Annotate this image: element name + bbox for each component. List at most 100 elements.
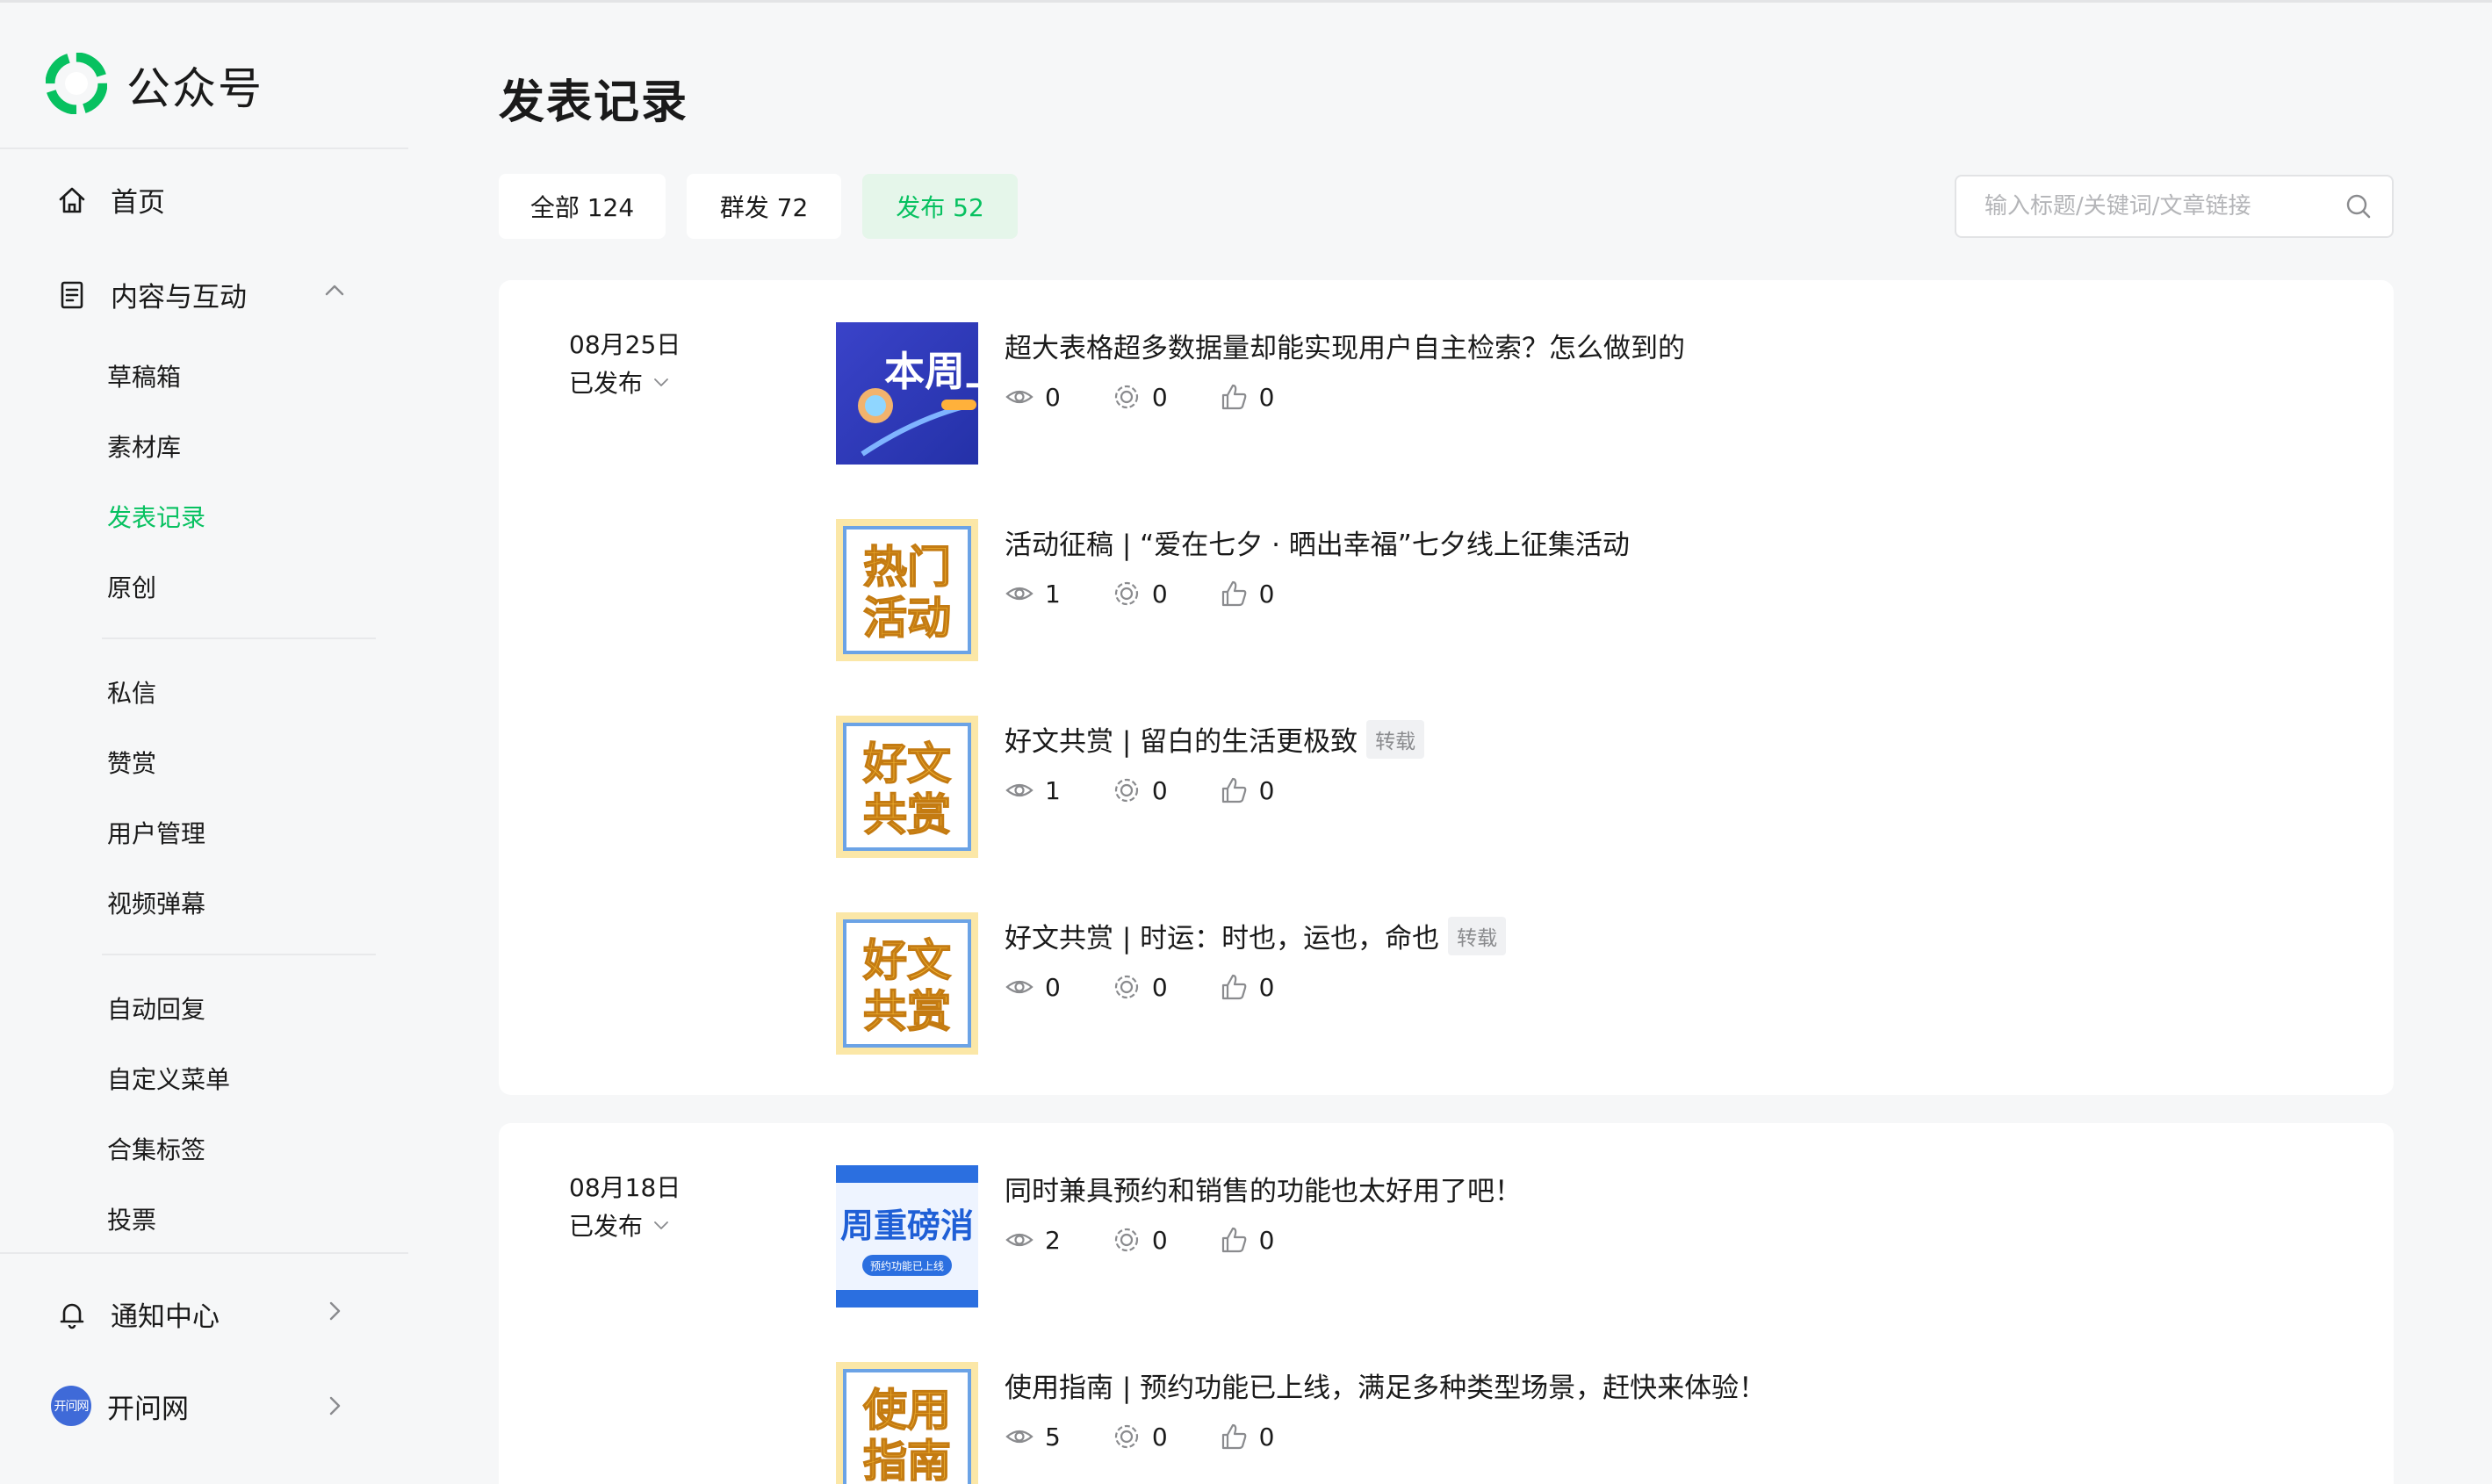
likes-count: 0 (1258, 382, 1275, 412)
article-title-text: 好文共赏 | 留白的生活更极致 (1005, 726, 1358, 758)
article-stats: 5 0 0 (1005, 1422, 1325, 1452)
sidebar-item-auto-reply[interactable]: 自动回复 (107, 991, 205, 1026)
views-stat: 2 (1005, 1225, 1061, 1255)
sidebar-divider (0, 1252, 408, 1254)
article-cover-thumbnail[interactable]: 周重磅消 预约功能已上线 (836, 1165, 978, 1308)
sidebar-item-rewards[interactable]: 赞赏 (107, 745, 156, 780)
chevron-right-icon[interactable] (321, 1393, 348, 1419)
sidebar-divider (102, 638, 376, 639)
views-stat: 5 (1005, 1422, 1061, 1452)
shares-stat: 0 (1112, 775, 1168, 805)
sidebar-item-danmaku[interactable]: 视频弹幕 (107, 885, 205, 920)
chevron-down-icon (652, 1215, 671, 1235)
views-count: 1 (1045, 579, 1061, 609)
eye-icon (1005, 775, 1034, 805)
sidebar-item-collections[interactable]: 合集标签 (107, 1131, 205, 1166)
avatar: 开问网 (51, 1386, 91, 1426)
likes-stat: 0 (1219, 1225, 1274, 1255)
shares-stat: 0 (1112, 382, 1168, 412)
share-gear-icon (1112, 1225, 1142, 1255)
likes-stat: 0 (1219, 775, 1275, 805)
sidebar-item-label: 首页 (111, 187, 165, 219)
sidebar-item-materials[interactable]: 素材库 (107, 429, 181, 464)
shares-count: 0 (1151, 1225, 1168, 1255)
sidebar-item-users[interactable]: 用户管理 (107, 815, 205, 850)
sidebar-item-drafts[interactable]: 草稿箱 (107, 358, 181, 393)
publish-status[interactable]: 已发布 (569, 1207, 671, 1243)
article-title[interactable]: 超大表格超多数据量却能实现用户自主检索？怎么做到的 (1005, 326, 1685, 365)
views-stat: 1 (1005, 579, 1061, 609)
article-cover-thumbnail[interactable]: 好文 共赏 (836, 716, 978, 858)
views-count: 5 (1045, 1422, 1061, 1452)
thumbs-up-icon (1219, 579, 1249, 609)
article-cover-thumbnail[interactable]: 好文 共赏 (836, 912, 978, 1055)
svg-text:共赏: 共赏 (863, 789, 951, 840)
sidebar-item-label: 内容与互动 (111, 282, 247, 313)
article-title-text: 活动征稿 | “爱在七夕 · 晒出幸福”七夕线上征集活动 (1005, 529, 1630, 561)
brand[interactable]: 公众号 (45, 52, 263, 118)
wechat-official-logo-icon (45, 52, 108, 118)
sidebar-item-account[interactable]: 开问网 开问网 (51, 1386, 189, 1426)
sidebar-item-home[interactable]: 首页 (56, 180, 165, 220)
chevron-up-icon[interactable] (321, 277, 348, 304)
likes-stat: 0 (1219, 1422, 1275, 1452)
views-count: 0 (1045, 382, 1061, 412)
sidebar-item-notifications[interactable]: 通知中心 (56, 1294, 220, 1334)
account-name: 开问网 (107, 1393, 189, 1425)
sidebar-item-original[interactable]: 原创 (107, 569, 156, 604)
page-title: 发表记录 (499, 76, 689, 129)
search-icon[interactable] (2344, 192, 2373, 220)
views-count: 1 (1045, 775, 1061, 805)
thumbs-up-icon (1219, 775, 1249, 805)
shares-stat: 0 (1112, 1422, 1168, 1452)
article-title[interactable]: 好文共赏 | 时运：时也，运也，命也 转载 (1005, 916, 1507, 955)
views-stat: 0 (1005, 972, 1061, 1002)
search-input[interactable] (1984, 193, 2344, 220)
publish-date: 08月25日 (569, 330, 681, 359)
publish-status[interactable]: 已发布 (569, 364, 671, 400)
tab-all[interactable]: 全部 124 (499, 174, 666, 239)
likes-count: 0 (1258, 972, 1275, 1002)
shares-count: 0 (1151, 972, 1168, 1002)
article-title[interactable]: 同时兼具预约和销售的功能也太好用了吧！ (1005, 1169, 1522, 1208)
sidebar-item-votes[interactable]: 投票 (107, 1201, 156, 1236)
thumbs-up-icon (1219, 1422, 1249, 1452)
article-title[interactable]: 使用指南 | 预约功能已上线，满足多种类型场景，赶快来体验！ (1005, 1365, 1766, 1405)
shares-count: 0 (1151, 1422, 1168, 1452)
article-cover-thumbnail[interactable]: 热门 活动 (836, 519, 978, 661)
article-cover-thumbnail[interactable]: 本周上 (836, 322, 978, 465)
sidebar-item-content[interactable]: 内容与互动 (56, 275, 247, 314)
tab-publish[interactable]: 发布 52 (862, 174, 1018, 239)
tab-mass-send[interactable]: 群发 72 (687, 174, 841, 239)
eye-icon (1005, 382, 1034, 412)
document-icon (56, 279, 88, 311)
likes-stat: 0 (1219, 579, 1275, 609)
svg-text:指南: 指南 (863, 1436, 951, 1484)
publish-date: 08月18日 (569, 1173, 681, 1202)
likes-count: 0 (1258, 579, 1275, 609)
sidebar-item-publish-records[interactable]: 发表记录 (107, 499, 205, 534)
article-title[interactable]: 活动征稿 | “爱在七夕 · 晒出幸福”七夕线上征集活动 (1005, 522, 1630, 562)
svg-text:好文: 好文 (862, 738, 951, 789)
chevron-right-icon[interactable] (321, 1298, 348, 1324)
share-gear-icon (1112, 1422, 1142, 1452)
eye-icon (1005, 1225, 1034, 1255)
likes-count: 0 (1258, 775, 1275, 805)
publish-group-card: 08月18日 已发布 周重磅消 预约功能已上线 同时兼具预约和销售的功能也太好用… (499, 1123, 2394, 1484)
svg-text:预约功能已上线: 预约功能已上线 (870, 1259, 944, 1272)
bell-icon (56, 1299, 88, 1330)
likes-count: 0 (1258, 1422, 1275, 1452)
sidebar-item-messages[interactable]: 私信 (107, 674, 156, 710)
sidebar-divider (0, 148, 408, 149)
shares-stat: 0 (1112, 579, 1168, 609)
article-stats: 2 0 0 (1005, 1225, 1325, 1255)
article-cover-thumbnail[interactable]: 使用 指南 (836, 1362, 978, 1484)
share-gear-icon (1112, 775, 1142, 805)
likes-stat: 0 (1219, 972, 1275, 1002)
article-title-text: 同时兼具预约和销售的功能也太好用了吧！ (1005, 1176, 1522, 1207)
eye-icon (1005, 972, 1034, 1002)
views-count: 2 (1045, 1225, 1061, 1255)
article-title[interactable]: 好文共赏 | 留白的生活更极致 转载 (1005, 719, 1425, 759)
publish-status-label: 已发布 (569, 1212, 644, 1241)
sidebar-item-custom-menu[interactable]: 自定义菜单 (107, 1061, 230, 1096)
